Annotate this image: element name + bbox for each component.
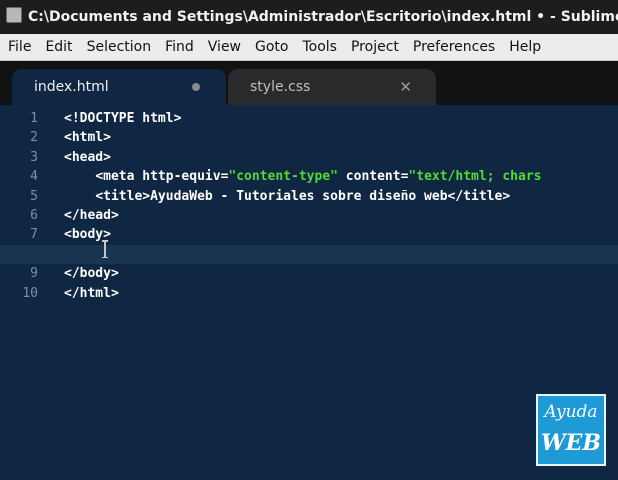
- code-area[interactable]: <!DOCTYPE html> <html> <head> <meta http-e…: [0, 109, 618, 303]
- code-line[interactable]: <head>: [64, 148, 618, 167]
- code-token: AyudaWeb - Tutoriales sobre diseño web: [150, 188, 448, 204]
- code-line[interactable]: </html>: [64, 284, 618, 303]
- line-number: 7: [30, 227, 38, 243]
- menu-goto[interactable]: Goto: [249, 34, 294, 60]
- code-token: http-equiv: [142, 169, 221, 185]
- logo-line-1: Ayuda: [544, 402, 598, 422]
- code-token: </title>: [447, 188, 511, 204]
- menu-file[interactable]: File: [2, 34, 37, 60]
- code-line[interactable]: </head>: [64, 206, 618, 225]
- sublime-app-icon: [6, 7, 22, 23]
- code-token: "content-type": [228, 169, 338, 185]
- code-line[interactable]: [0, 244, 618, 265]
- menu-selection[interactable]: Selection: [81, 34, 158, 60]
- code-token: <meta: [95, 169, 143, 185]
- code-token: <html>: [64, 130, 111, 146]
- tab-label: index.html: [34, 79, 109, 95]
- code-line[interactable]: <title>AyudaWeb - Tutoriales sobre diseñ…: [64, 187, 618, 206]
- code-line[interactable]: </body>: [64, 264, 618, 283]
- code-line[interactable]: <!DOCTYPE html>: [64, 109, 618, 128]
- line-number-gutter: 12345678910: [0, 109, 46, 303]
- window-title-bar: C:\Documents and Settings\Administrador\…: [0, 0, 618, 34]
- logo-line-2: WEB: [540, 430, 602, 456]
- line-number: 6: [30, 207, 38, 223]
- code-token: content: [345, 169, 401, 185]
- ayudaweb-logo: Ayuda WEB: [536, 394, 606, 466]
- line-number: 5: [30, 188, 38, 204]
- line-number: 3: [30, 149, 38, 165]
- code-line[interactable]: <meta http-equiv="content-type" content=…: [64, 167, 618, 186]
- window-title: C:\Documents and Settings\Administrador\…: [28, 9, 618, 25]
- line-number: 1: [30, 111, 38, 126]
- close-tab-icon[interactable]: ✕: [399, 69, 412, 105]
- menu-bar: File Edit Selection Find View Goto Tools Projec…: [0, 34, 618, 61]
- menu-tools[interactable]: Tools: [296, 34, 343, 60]
- code-line[interactable]: <body>: [64, 225, 618, 244]
- code-token: </html>: [64, 285, 119, 301]
- menu-find[interactable]: Find: [159, 34, 200, 60]
- unsaved-dot-icon[interactable]: [192, 83, 200, 91]
- code-token: "text/html; chars: [408, 169, 542, 185]
- code-token: </body>: [64, 266, 119, 282]
- line-number: 9: [30, 266, 38, 282]
- code-token: <title>: [95, 188, 151, 204]
- menu-edit[interactable]: Edit: [39, 34, 78, 60]
- menu-help[interactable]: Help: [503, 34, 547, 60]
- menu-preferences[interactable]: Preferences: [407, 34, 501, 60]
- code-token: <!DOCTYPE html>: [64, 111, 182, 126]
- tab-style-css[interactable]: style.css ✕: [228, 69, 436, 105]
- line-number: 2: [30, 130, 38, 146]
- line-number: 10: [22, 285, 38, 301]
- menu-project[interactable]: Project: [345, 34, 405, 60]
- code-token: <head>: [64, 149, 111, 165]
- text-cursor-icon: [102, 240, 108, 258]
- line-number: 4: [30, 169, 38, 185]
- tab-bar: index.html style.css ✕: [0, 61, 618, 105]
- code-editor[interactable]: 12345678910 <!DOCTYPE html><html><head> …: [0, 105, 618, 480]
- menu-view[interactable]: View: [202, 34, 247, 60]
- code-line[interactable]: <html>: [64, 128, 618, 147]
- tab-index-html[interactable]: index.html: [12, 69, 226, 105]
- tab-label: style.css: [250, 79, 311, 95]
- code-token: </head>: [64, 207, 119, 223]
